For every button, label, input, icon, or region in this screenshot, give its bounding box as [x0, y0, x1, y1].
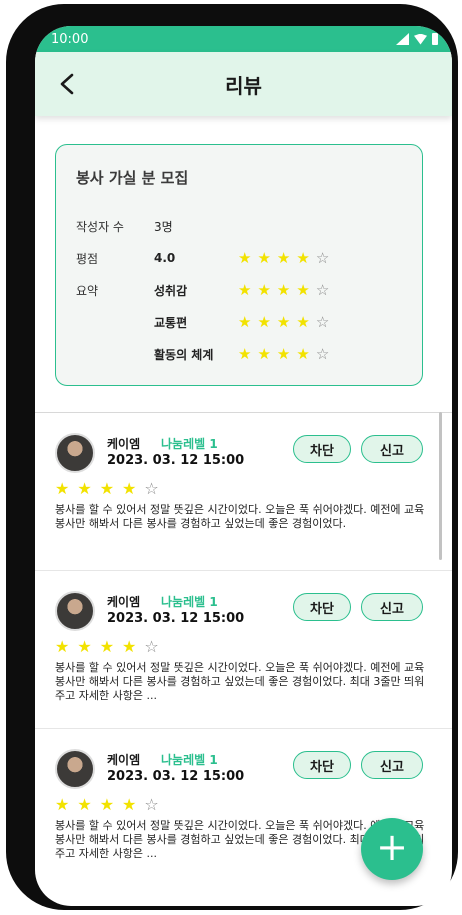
plus-icon: +: [376, 825, 408, 869]
back-button[interactable]: [53, 70, 81, 98]
star-filled-icon: ★: [238, 248, 252, 267]
star-empty-icon: ☆: [144, 795, 159, 814]
summary-item-stars: ★ ★ ★ ★ ☆: [238, 344, 330, 363]
star-filled-icon: ★: [238, 344, 252, 363]
review-date: 2023. 03. 12 15:00: [107, 453, 245, 468]
review-stars: ★ ★ ★ ★ ☆: [55, 797, 428, 813]
status-time: 10:00: [51, 31, 89, 47]
star-filled-icon: ★: [276, 312, 291, 331]
review-list[interactable]: 케이엠 나눔레벨 1 2023. 03. 12 15:00 차단 신고 ★ ★ ★ ★…: [35, 412, 452, 886]
star-filled-icon: ★: [296, 280, 310, 299]
star-empty-icon: ☆: [144, 637, 159, 656]
status-icons: [396, 33, 438, 45]
review-header: 케이엠 나눔레벨 1 2023. 03. 12 15:00 차단 신고: [55, 747, 428, 791]
summary-label: 요약: [76, 283, 99, 298]
review-level: 나눔레벨 1: [161, 437, 218, 451]
star-filled-icon: ★: [77, 795, 92, 814]
summary-row-item: 활동의 체계 ★ ★ ★ ★ ☆: [76, 338, 402, 370]
star-empty-icon: ☆: [144, 479, 159, 498]
summary-item-stars: ★ ★ ★ ★ ☆: [238, 312, 330, 331]
summary-title: 봉사 가실 분 모집: [76, 169, 189, 187]
avatar: [55, 749, 95, 789]
review-author: 케이엠: [107, 753, 141, 767]
review-level: 나눔레벨 1: [161, 595, 218, 609]
review-text: 봉사를 할 수 있어서 정말 뜻깊은 시간이었다. 오늘은 푹 쉬어야겠다. 예…: [55, 503, 425, 530]
summary-row-rating: 평점 4.0 ★ ★ ★ ★ ☆: [76, 242, 402, 274]
star-filled-icon: ★: [276, 344, 291, 363]
star-filled-icon: ★: [296, 344, 310, 363]
star-filled-icon: ★: [99, 479, 115, 498]
star-filled-icon: ★: [296, 248, 310, 267]
star-filled-icon: ★: [257, 280, 271, 299]
review-text: 봉사를 할 수 있어서 정말 뜻깊은 시간이었다. 오늘은 푹 쉬어야겠다. 예…: [55, 661, 425, 702]
review-author: 케이엠: [107, 595, 141, 609]
star-filled-icon: ★: [257, 312, 271, 331]
avatar: [55, 433, 95, 473]
status-bar: 10:00: [35, 26, 452, 52]
star-filled-icon: ★: [238, 312, 252, 331]
add-review-button[interactable]: +: [361, 818, 423, 880]
arrow-left-icon: [60, 73, 74, 95]
summary-row-item: 교통편 ★ ★ ★ ★ ☆: [76, 306, 402, 338]
star-filled-icon: ★: [122, 795, 137, 814]
report-button[interactable]: 신고: [361, 593, 423, 621]
review-date: 2023. 03. 12 15:00: [107, 769, 245, 784]
battery-icon: [432, 33, 438, 45]
summary-item-label: 성취감: [154, 283, 188, 298]
star-filled-icon: ★: [77, 479, 92, 498]
report-button[interactable]: 신고: [361, 435, 423, 463]
review-level: 나눔레벨 1: [161, 753, 218, 767]
star-empty-icon: ☆: [315, 312, 330, 331]
app-header: 리뷰: [35, 52, 452, 116]
writers-label: 작성자 수: [76, 219, 124, 234]
rating-stars: ★ ★ ★ ★ ☆: [238, 248, 330, 267]
phone-frame: 10:00 리뷰 봉사 가실 분 모집 작성자 수 3명 평점 4.0 ★ ★ …: [6, 4, 458, 910]
star-filled-icon: ★: [276, 248, 291, 267]
star-filled-icon: ★: [296, 312, 310, 331]
avatar: [55, 591, 95, 631]
review-stars: ★ ★ ★ ★ ☆: [55, 639, 428, 655]
review-summary-card: 봉사 가실 분 모집 작성자 수 3명 평점 4.0 ★ ★ ★ ★ ☆ 요약 성취감 …: [55, 144, 423, 386]
summary-item-label: 교통편: [154, 315, 188, 330]
block-button[interactable]: 차단: [293, 593, 351, 621]
star-filled-icon: ★: [276, 280, 291, 299]
summary-row-item: 요약 성취감 ★ ★ ★ ★ ☆: [76, 274, 402, 306]
star-filled-icon: ★: [257, 248, 271, 267]
star-filled-icon: ★: [55, 795, 70, 814]
rating-label: 평점: [76, 251, 99, 266]
star-filled-icon: ★: [99, 795, 115, 814]
block-button[interactable]: 차단: [293, 435, 351, 463]
star-filled-icon: ★: [55, 479, 70, 498]
star-filled-icon: ★: [55, 637, 70, 656]
summary-item-stars: ★ ★ ★ ★ ☆: [238, 280, 330, 299]
star-filled-icon: ★: [238, 280, 252, 299]
star-filled-icon: ★: [99, 637, 115, 656]
star-filled-icon: ★: [122, 479, 137, 498]
star-filled-icon: ★: [122, 637, 137, 656]
report-button[interactable]: 신고: [361, 751, 423, 779]
review-stars: ★ ★ ★ ★ ☆: [55, 481, 428, 497]
star-filled-icon: ★: [77, 637, 92, 656]
screen: 10:00 리뷰 봉사 가실 분 모집 작성자 수 3명 평점 4.0 ★ ★ …: [35, 26, 452, 906]
review-card[interactable]: 케이엠 나눔레벨 1 2023. 03. 12 15:00 차단 신고 ★ ★ ★ ★…: [35, 412, 452, 570]
review-header: 케이엠 나눔레벨 1 2023. 03. 12 15:00 차단 신고: [55, 589, 428, 633]
star-empty-icon: ☆: [315, 344, 330, 363]
summary-item-label: 활동의 체계: [154, 347, 214, 362]
star-empty-icon: ☆: [315, 248, 330, 267]
review-header: 케이엠 나눔레벨 1 2023. 03. 12 15:00 차단 신고: [55, 431, 428, 475]
writers-value: 3명: [154, 219, 173, 234]
page-title: 리뷰: [225, 73, 262, 98]
summary-row-writers: 작성자 수 3명: [76, 210, 402, 242]
star-empty-icon: ☆: [315, 280, 330, 299]
wifi-icon: [414, 33, 427, 45]
block-button[interactable]: 차단: [293, 751, 351, 779]
scrollbar[interactable]: [439, 412, 442, 560]
rating-value: 4.0: [154, 251, 176, 265]
review-author: 케이엠: [107, 437, 141, 451]
star-filled-icon: ★: [257, 344, 271, 363]
signal-icon: [396, 33, 409, 45]
review-date: 2023. 03. 12 15:00: [107, 611, 245, 626]
review-card[interactable]: 케이엠 나눔레벨 1 2023. 03. 12 15:00 차단 신고 ★ ★ ★ ★…: [35, 570, 452, 728]
